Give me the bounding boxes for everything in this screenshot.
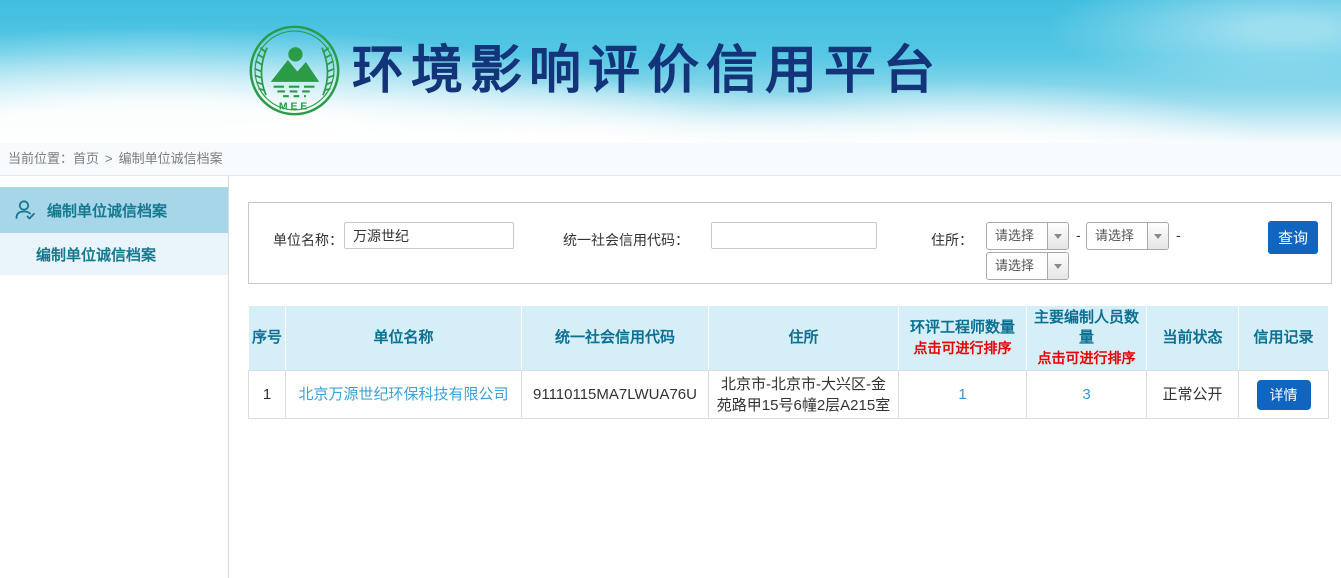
page-title: 环境影响评价信用平台 xyxy=(352,40,942,102)
header-index: 序号 xyxy=(249,306,286,371)
credit-code-input[interactable] xyxy=(711,222,877,249)
mee-logo-icon: MEE xyxy=(247,23,342,118)
cell-status: 正常公开 xyxy=(1147,371,1239,419)
header-engineer-count-sort[interactable]: 环评工程师数量 点击可进行排序 xyxy=(899,306,1027,371)
province-select-arrow-button[interactable] xyxy=(1047,223,1068,249)
address-dash-2: - xyxy=(1176,227,1181,243)
results-table: 序号 单位名称 统一社会信用代码 住所 环评工程师数量 点击可进行排序 主要编制… xyxy=(248,305,1329,419)
district-select-value: 请选择 xyxy=(987,253,1047,279)
chevron-down-icon xyxy=(1054,234,1062,239)
sidebar: 编制单位诚信档案 编制单位诚信档案 xyxy=(0,176,229,578)
sort-hint: 点击可进行排序 xyxy=(902,338,1023,358)
address-label: 住所： xyxy=(931,227,973,254)
city-select[interactable]: 请选择 xyxy=(1086,222,1169,250)
header-staff-count-sort[interactable]: 主要编制人员数量 点击可进行排序 xyxy=(1027,306,1147,371)
sidebar-item-unit-credit-archive[interactable]: 编制单位诚信档案 xyxy=(0,187,228,233)
header-staff-count-label: 主要编制人员数量 xyxy=(1030,308,1143,348)
main-content: 单位名称： 统一社会信用代码： 住所： 请选择 - 请选择 - 请选择 查询 xyxy=(229,176,1341,578)
sidebar-item-label: 编制单位诚信档案 xyxy=(47,200,167,221)
district-select[interactable]: 请选择 xyxy=(986,252,1069,280)
header-engineer-count-label: 环评工程师数量 xyxy=(902,318,1023,338)
chevron-down-icon xyxy=(1054,264,1062,269)
content-layout: 编制单位诚信档案 编制单位诚信档案 单位名称： 统一社会信用代码： 住所： 请选… xyxy=(0,176,1341,578)
staff-count-link[interactable]: 3 xyxy=(1082,386,1090,403)
header-address: 住所 xyxy=(709,306,899,371)
province-select[interactable]: 请选择 xyxy=(986,222,1069,250)
district-select-arrow-button[interactable] xyxy=(1047,253,1068,279)
query-button[interactable]: 查询 xyxy=(1268,221,1318,254)
address-dash-1: - xyxy=(1076,227,1081,243)
breadcrumb: 当前位置：首页 > 编制单位诚信档案 xyxy=(0,143,1341,176)
breadcrumb-current: 编制单位诚信档案 xyxy=(119,151,223,166)
detail-button[interactable]: 详情 xyxy=(1257,380,1311,410)
header-credit-record: 信用记录 xyxy=(1239,306,1329,371)
header-status: 当前状态 xyxy=(1147,306,1239,371)
unit-name-label: 单位名称： xyxy=(273,227,343,254)
cell-index: 1 xyxy=(249,371,286,419)
header-unit-name: 单位名称 xyxy=(286,306,522,371)
site-header: MEE 环境影响评价信用平台 xyxy=(0,0,1341,143)
city-select-arrow-button[interactable] xyxy=(1147,223,1168,249)
breadcrumb-home-link[interactable]: 首页 xyxy=(73,151,99,166)
search-panel: 单位名称： 统一社会信用代码： 住所： 请选择 - 请选择 - 请选择 查询 xyxy=(248,202,1332,284)
sidebar-subitem-unit-credit-archive[interactable]: 编制单位诚信档案 xyxy=(0,233,228,275)
engineer-count-link[interactable]: 1 xyxy=(958,386,966,403)
breadcrumb-prefix: 当前位置： xyxy=(8,151,73,166)
province-select-value: 请选择 xyxy=(987,223,1047,249)
sort-hint: 点击可进行排序 xyxy=(1030,348,1143,368)
logo-text: MEE xyxy=(279,101,310,112)
sidebar-subitem-label: 编制单位诚信档案 xyxy=(36,244,156,265)
city-select-value: 请选择 xyxy=(1087,223,1147,249)
table-row: 1 北京万源世纪环保科技有限公司 91110115MA7LWUA76U 北京市-… xyxy=(249,371,1329,419)
company-name-link[interactable]: 北京万源世纪环保科技有限公司 xyxy=(298,386,508,403)
unit-name-input[interactable] xyxy=(344,222,514,249)
cell-address: 北京市-北京市-大兴区-金苑路甲15号6幢2层A215室 xyxy=(709,371,899,419)
cell-credit-code: 91110115MA7LWUA76U xyxy=(522,371,709,419)
person-check-icon xyxy=(13,198,37,222)
header-credit-code: 统一社会信用代码 xyxy=(522,306,709,371)
breadcrumb-separator: > xyxy=(105,151,113,166)
table-header-row: 序号 单位名称 统一社会信用代码 住所 环评工程师数量 点击可进行排序 主要编制… xyxy=(249,306,1329,371)
chevron-down-icon xyxy=(1154,234,1162,239)
credit-code-label: 统一社会信用代码： xyxy=(563,227,689,254)
